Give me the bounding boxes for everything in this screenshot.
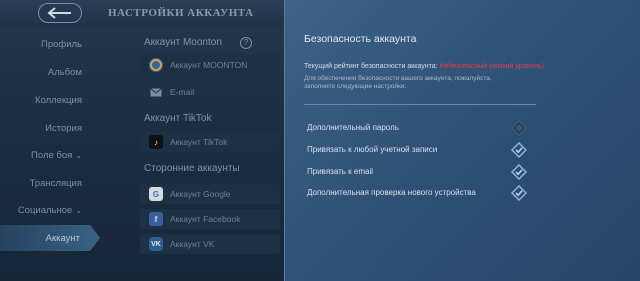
option-bind-any-account[interactable]: Привязать к любой учетной записи — [307, 145, 437, 154]
sidebar-item-label: Социальное — [17, 205, 73, 216]
moonton-logo-icon — [149, 58, 163, 72]
shield-check-icon[interactable] — [510, 141, 528, 159]
google-account-row[interactable]: G Аккаунт Google — [140, 184, 280, 204]
security-rating: Текущий рейтинг безопасности аккаунта: Н… — [304, 63, 634, 70]
tiktok-logo-icon: ♪ — [149, 135, 163, 149]
vk-account-row[interactable]: VK Аккаунт VK — [140, 234, 280, 254]
tiktok-account-row[interactable]: ♪ Аккаунт TikTok — [140, 132, 280, 152]
sidebar-item-account[interactable]: Аккаунт — [0, 225, 100, 251]
section-title: Аккаунт TikTok — [144, 113, 212, 124]
option-secondary-password[interactable]: Дополнительный пароль — [307, 123, 399, 132]
section-title: Сторонние аккаунты — [144, 163, 240, 174]
sidebar-item-history[interactable]: История — [45, 123, 82, 134]
divider — [304, 104, 536, 105]
moonton-account-row[interactable]: Аккаунт MOONTON — [140, 55, 280, 75]
settings-sidebar: Профиль Альбом Коллекция История Поле бо… — [0, 34, 100, 281]
chevron-down-icon: ⌄ — [75, 206, 82, 215]
linked-accounts-list: Аккаунт Moonton ? Аккаунт MOONTON E-mail… — [140, 34, 280, 281]
sidebar-item-broadcast[interactable]: Трансляция — [30, 178, 82, 189]
tiktok-account-label: Аккаунт TikTok — [170, 137, 228, 147]
email-row[interactable]: E-mail — [140, 82, 280, 102]
security-rating-value: Небезопасный (низкий уровень) — [439, 63, 544, 70]
facebook-logo-icon: f — [149, 212, 163, 226]
sidebar-item-label: Коллекция — [34, 95, 82, 106]
panel-title: Безопасность аккаунта — [304, 33, 417, 45]
chevron-down-icon: ⌄ — [75, 151, 82, 160]
sidebar-item-battlefield[interactable]: Поле боя ⌄ — [31, 150, 82, 161]
facebook-account-label: Аккаунт Facebook — [170, 214, 241, 224]
vk-account-label: Аккаунт VK — [170, 239, 215, 249]
email-label: E-mail — [170, 87, 195, 97]
sidebar-item-social[interactable]: Социальное ⌄ — [18, 205, 82, 216]
vk-logo-icon: VK — [149, 237, 163, 251]
page-title: НАСТРОЙКИ АККАУНТА — [108, 7, 254, 19]
shield-check-icon[interactable] — [510, 184, 528, 202]
sidebar-item-label: Поле боя — [31, 150, 73, 161]
facebook-account-row[interactable]: f Аккаунт Facebook — [140, 209, 280, 229]
sidebar-item-label: Трансляция — [29, 178, 82, 189]
google-logo-icon: G — [149, 187, 163, 201]
security-rating-label: Текущий рейтинг безопасности аккаунта: — [304, 63, 440, 70]
option-new-device-verification[interactable]: Дополнительная проверка нового устройств… — [307, 188, 476, 197]
security-hint: Для обеспечения безопасности вашего акка… — [304, 75, 492, 90]
account-security-panel: Безопасность аккаунта Текущий рейтинг бе… — [284, 0, 640, 281]
tiktok-section-header: Аккаунт TikTok — [144, 113, 212, 124]
shield-check-icon[interactable] — [510, 163, 528, 181]
mail-icon — [149, 85, 163, 99]
sidebar-item-label: Аккаунт — [45, 233, 80, 244]
shield-dim-icon[interactable] — [511, 120, 527, 136]
thirdparty-section-header: Сторонние аккаунты — [144, 163, 240, 174]
moonton-account-label: Аккаунт MOONTON — [170, 60, 248, 70]
sidebar-item-album[interactable]: Альбом — [48, 67, 82, 78]
option-bind-email[interactable]: Привязать к email — [307, 167, 373, 176]
section-title: Аккаунт Moonton — [144, 37, 222, 48]
sidebar-item-label: Альбом — [47, 67, 82, 78]
sidebar-item-profile[interactable]: Профиль — [41, 39, 82, 50]
google-account-label: Аккаунт Google — [170, 189, 231, 199]
sidebar-item-label: Профиль — [40, 39, 82, 50]
settings-header: НАСТРОЙКИ АККАУНТА — [0, 0, 284, 26]
sidebar-item-label: История — [45, 123, 82, 134]
back-arrow-icon — [47, 7, 71, 19]
back-button[interactable] — [38, 3, 82, 23]
moonton-section-header: Аккаунт Moonton — [144, 37, 222, 48]
sidebar-item-collection[interactable]: Коллекция — [35, 95, 82, 106]
help-icon[interactable]: ? — [240, 37, 252, 49]
